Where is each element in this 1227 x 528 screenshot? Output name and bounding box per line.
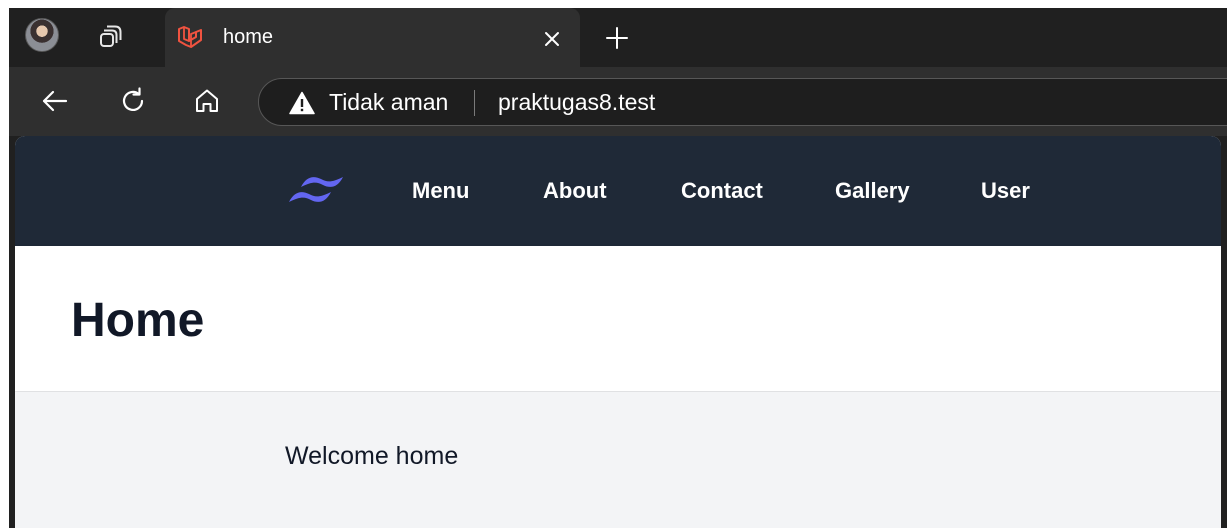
tab-strip: home — [9, 8, 1227, 67]
address-bar[interactable]: Tidak aman praktugas8.test — [258, 78, 1227, 126]
nav-link-gallery[interactable]: Gallery — [835, 178, 910, 204]
profile-avatar[interactable] — [25, 18, 59, 52]
nav-link-contact[interactable]: Contact — [681, 178, 763, 204]
tab-actions-icon[interactable] — [97, 22, 125, 50]
welcome-text: Welcome home — [285, 442, 459, 470]
url-text[interactable]: praktugas8.test — [498, 89, 655, 116]
refresh-icon[interactable] — [117, 85, 149, 117]
nav-link-about[interactable]: About — [543, 178, 607, 204]
nav-link-menu[interactable]: Menu — [412, 178, 469, 204]
page-title: Home — [71, 294, 205, 347]
page-content: Welcome home — [15, 392, 1221, 528]
close-icon[interactable] — [540, 27, 564, 51]
browser-window: home Tidak aman praktugas8.test Menu Abo… — [9, 8, 1227, 528]
plus-icon[interactable] — [603, 24, 631, 52]
page-header: Home — [15, 246, 1221, 391]
home-icon[interactable] — [191, 85, 223, 117]
site-navbar: Menu About Contact Gallery User — [15, 136, 1221, 246]
laravel-icon — [178, 26, 202, 48]
tailwind-logo-icon[interactable] — [285, 171, 349, 211]
security-status[interactable]: Tidak aman — [329, 89, 448, 116]
tab-title: home — [223, 26, 274, 48]
address-divider — [474, 90, 475, 116]
nav-link-user[interactable]: User — [981, 178, 1030, 204]
back-arrow-icon[interactable] — [39, 85, 71, 117]
warning-icon[interactable] — [289, 91, 315, 115]
browser-toolbar: Tidak aman praktugas8.test — [9, 67, 1227, 136]
page-viewport: Menu About Contact Gallery User Home Wel… — [15, 136, 1221, 528]
tab-home[interactable]: home — [165, 8, 580, 67]
